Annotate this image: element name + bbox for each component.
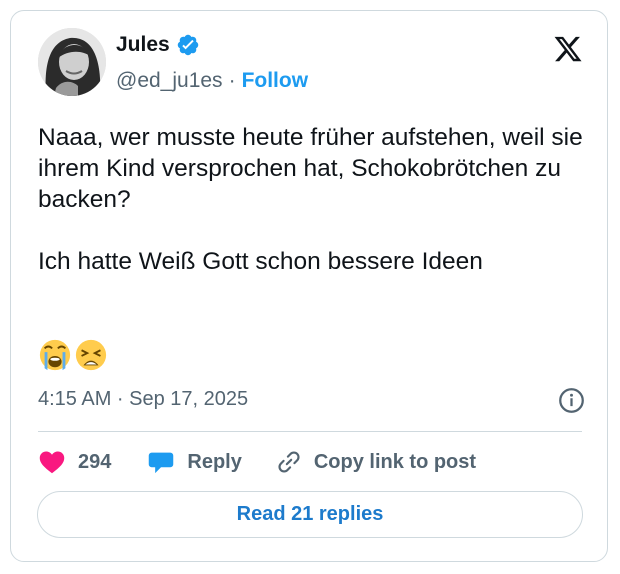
post-card: Jules @ed_ju1es · Follow Naaa, wer musst…	[10, 10, 608, 562]
copy-link-label: Copy link to post	[313, 450, 477, 473]
follow-button[interactable]: Follow	[242, 69, 309, 93]
separator-dot: ·	[228, 69, 236, 92]
copy-link-button[interactable]: Copy link to post	[276, 449, 476, 475]
info-icon[interactable]	[558, 387, 585, 414]
reply-button[interactable]: Reply	[147, 448, 242, 476]
verified-badge-icon	[176, 33, 200, 57]
x-logo-icon[interactable]	[553, 34, 583, 64]
post-text: Naaa, wer musste heute früher aufstehen,…	[38, 124, 583, 275]
like-count: 294	[78, 450, 112, 473]
action-bar: 294 Reply Copy link to post	[38, 448, 476, 476]
like-button[interactable]: 294	[38, 448, 111, 476]
author-handle-row: @ed_ju1es · Follow	[116, 69, 308, 93]
divider	[38, 431, 582, 432]
post-timestamp[interactable]: 4:15 AM · Sep 17, 2025	[38, 388, 248, 411]
read-replies-button[interactable]: Read 21 replies	[37, 491, 583, 538]
loudly-crying-face-emoji-icon	[38, 338, 72, 377]
author-handle[interactable]: @ed_ju1es	[116, 69, 223, 93]
author-name-row: Jules	[116, 33, 200, 57]
read-replies-label: Read 21 replies	[236, 503, 384, 525]
reply-bubble-icon	[149, 452, 174, 474]
weary-face-emoji-icon	[74, 338, 108, 377]
heart-icon	[39, 451, 65, 474]
avatar-photo	[38, 28, 106, 96]
reply-label: Reply	[187, 450, 242, 473]
post-emojis	[38, 338, 108, 377]
link-icon	[278, 451, 300, 473]
avatar[interactable]	[38, 28, 106, 96]
author-name[interactable]: Jules	[116, 33, 170, 57]
